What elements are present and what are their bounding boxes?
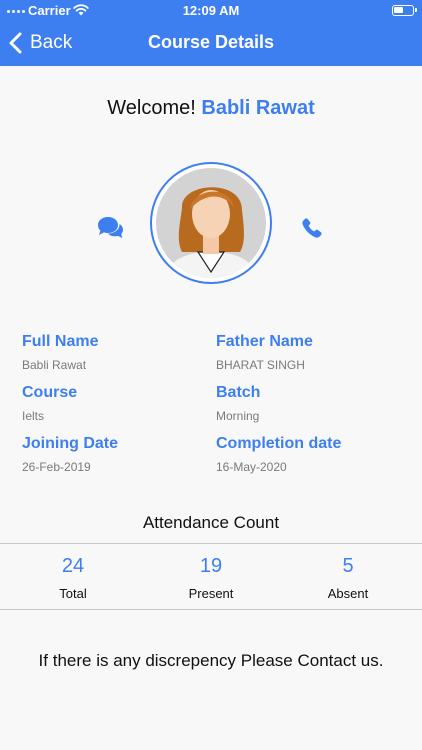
welcome-name: Babli Rawat [201, 97, 315, 119]
page-title: Course Details [147, 32, 275, 52]
welcome-line: Welcome! Babli Rawat [0, 97, 422, 120]
chat-bubbles-icon[interactable] [96, 215, 124, 241]
welcome-greeting: Welcome! [107, 97, 196, 119]
avatar [150, 162, 272, 284]
attendance-total: 24 Total [3, 555, 143, 601]
contact-message: If there is any discrepency Please Conta… [38, 651, 384, 670]
full-name-label: Full Name [22, 333, 99, 350]
attendance-present: 19 Present [141, 555, 281, 601]
field-full-name: Full Name Babli Rawat [22, 333, 98, 372]
status-time: 12:09 AM [182, 3, 240, 18]
attendance-absent: 5 Absent [278, 555, 418, 601]
field-batch: Batch Morning [216, 384, 260, 423]
joining-date-label: Joining Date [22, 435, 119, 452]
app-header: Carrier 12:09 AM Back Course Details [0, 0, 422, 66]
course-label: Course [22, 384, 78, 401]
attendance-absent-label: Absent [327, 586, 369, 601]
completion-date-label: Completion date [216, 435, 342, 452]
field-course: Course Ielts [22, 384, 77, 423]
field-father-name: Father Name BHARAT SINGH [216, 333, 313, 372]
attendance-present-value: 19 [199, 555, 223, 577]
attendance-present-label: Present [188, 586, 234, 601]
attendance-total-label: Total [59, 586, 87, 601]
course-value: Ielts [22, 409, 45, 423]
attendance-total-value: 24 [61, 555, 85, 577]
father-name-label: Father Name [216, 333, 313, 350]
attendance-bottom-divider [0, 609, 422, 610]
father-name-value: BHARAT SINGH [216, 358, 305, 372]
full-name-value: Babli Rawat [22, 358, 87, 372]
battery-icon [392, 5, 417, 16]
completion-date-value: 16-May-2020 [216, 460, 287, 474]
attendance-absent-value: 5 [342, 555, 354, 577]
attendance-top-divider [0, 543, 422, 544]
field-completion-date: Completion date 16-May-2020 [216, 435, 341, 474]
batch-label: Batch [216, 384, 261, 401]
phone-icon[interactable] [300, 216, 324, 240]
field-joining-date: Joining Date 26-Feb-2019 [22, 435, 118, 474]
joining-date-value: 26-Feb-2019 [22, 460, 91, 474]
status-bar: Carrier 12:09 AM [0, 0, 422, 22]
avatar-illustration [156, 168, 266, 278]
batch-value: Morning [216, 409, 260, 423]
attendance-title: Attendance Count [142, 513, 280, 532]
